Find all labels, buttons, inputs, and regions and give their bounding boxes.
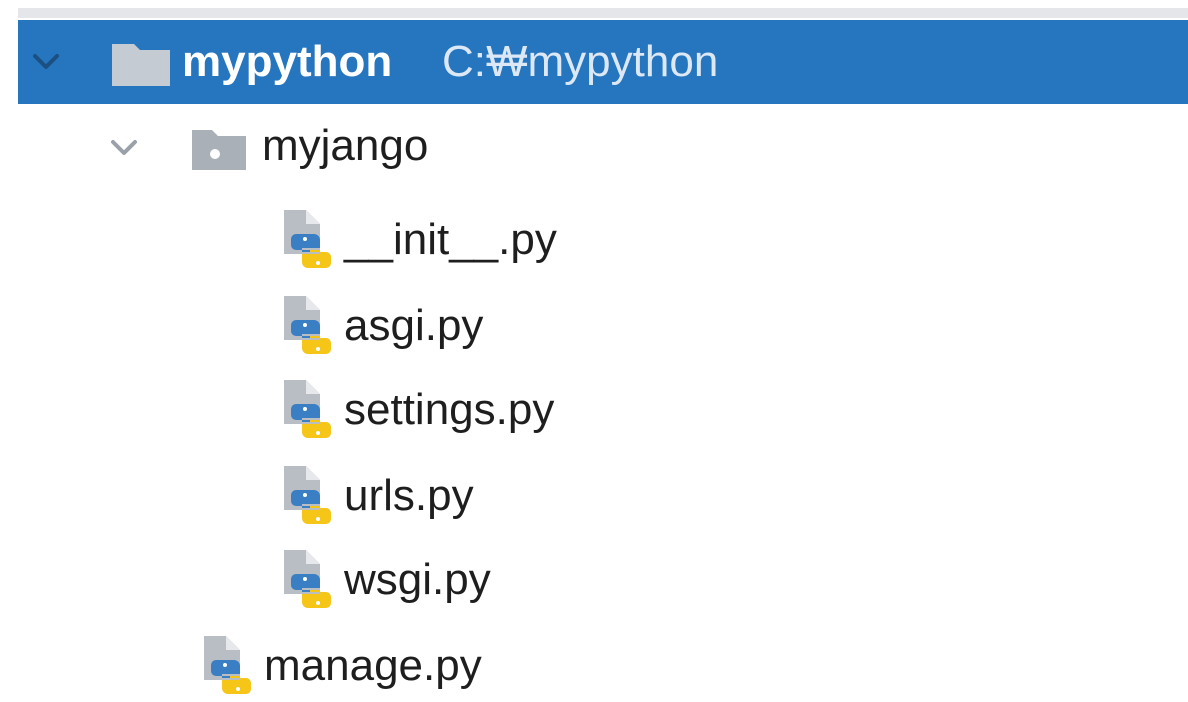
file-name: asgi.py [344, 301, 484, 350]
python-file-icon [280, 378, 336, 440]
tree-row-file[interactable]: wsgi.py [18, 538, 1188, 622]
tree-row-file[interactable]: manage.py [18, 624, 1188, 702]
chevron-down-icon[interactable] [32, 50, 59, 72]
project-tree: mypython C:₩mypython myjango __init__.py… [18, 20, 1188, 702]
file-name: __init__.py [344, 215, 557, 264]
tree-row-file[interactable]: asgi.py [18, 284, 1188, 368]
tree-row-file[interactable]: __init__.py [18, 198, 1188, 282]
tree-row-file[interactable]: urls.py [18, 454, 1188, 538]
folder-icon [110, 40, 172, 88]
file-name: settings.py [344, 385, 555, 434]
panel-top-border [18, 8, 1188, 18]
file-name: wsgi.py [344, 555, 491, 604]
tree-row-root[interactable]: mypython C:₩mypython [18, 20, 1188, 104]
chevron-down-icon[interactable] [110, 136, 137, 158]
python-file-icon [200, 634, 256, 696]
project-tree-panel: mypython C:₩mypython myjango __init__.py… [0, 0, 1188, 702]
root-folder-name: mypython [182, 37, 393, 86]
package-folder-name: myjango [262, 121, 429, 170]
package-folder-icon [190, 126, 248, 172]
tree-row-package[interactable]: myjango [18, 108, 1188, 192]
python-file-icon [280, 294, 336, 356]
file-name: urls.py [344, 471, 474, 520]
root-folder-path: C:₩mypython [442, 37, 719, 86]
file-name: manage.py [264, 641, 482, 690]
tree-row-file[interactable]: settings.py [18, 368, 1188, 452]
python-file-icon [280, 464, 336, 526]
python-file-icon [280, 548, 336, 610]
python-file-icon [280, 208, 336, 270]
